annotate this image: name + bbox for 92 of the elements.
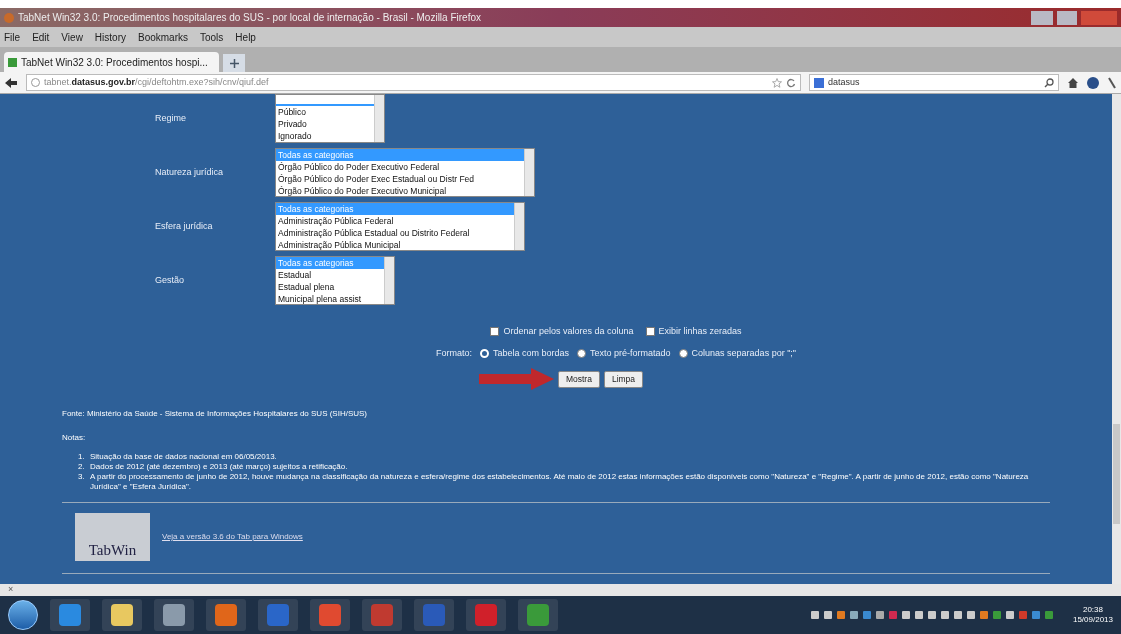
menu-item[interactable]: Bookmarks [138,29,188,45]
start-button[interactable] [8,600,38,630]
app-icon [267,604,289,626]
menu-item[interactable]: History [94,29,126,45]
note-number: 3. [78,472,86,483]
star-icon[interactable] [772,77,782,88]
window-title: TabNet Win32 3.0: Procedimentos hospitalares do SUS - por local de internação - Brasil - Mozilla Firefox [18,11,481,25]
menu-item[interactable]: View [61,29,83,45]
tabwin-link[interactable]: Veja a versão 3.6 do Tab para Windows [162,531,303,543]
app-icon [59,604,81,626]
field-label: Regime [155,111,187,125]
source-text: Fonte: Ministério da Saúde - Sistema de Informações Hospitalares do SUS (SIH/SUS) [62,408,369,420]
minimize-button[interactable] [1031,10,1053,25]
checkbox-label: Ordenar pelos valores da coluna [503,325,634,338]
list-scrollbar[interactable] [514,203,524,250]
list-option[interactable]: Estadual plena [276,281,384,293]
menu-item[interactable]: Tools [200,29,224,45]
list-option[interactable]: Estadual [276,269,384,281]
app-icon [527,604,549,626]
new-tab-button[interactable] [223,54,245,72]
tab-favicon-icon [8,57,17,67]
field-label: Gestão [155,273,186,287]
list-scrollbar[interactable] [374,95,384,142]
radio-label: Colunas separadas por ";" [691,346,797,360]
radio-label: Texto pré-formatado [590,346,671,360]
list-option[interactable]: Municipal plena assist [276,293,384,304]
list-option[interactable]: Ignorado [276,130,374,142]
search-icon[interactable] [1044,77,1054,88]
radio-button[interactable] [577,348,587,358]
checkbox[interactable] [645,327,655,337]
format-label: Formato: [435,346,472,360]
address-bar[interactable]: tabnet.datasus.gov.br/cgi/deftohtm.exe?sih/cnv/qiuf.def [26,74,801,91]
list-box[interactable]: Todas as categorias Administração Pública Federal Administração Pública Estadual ou Distrito Federal Administração Pública Municipal [275,202,525,251]
back-arrow-icon[interactable] [4,76,18,89]
scrollbar[interactable] [1112,94,1121,584]
radio-label: Tabela com bordas [493,346,570,360]
search-field[interactable]: datasus [809,74,1059,91]
app-icon [215,604,237,626]
home-icon[interactable] [1067,76,1079,89]
note-text: Dados de 2012 (até dezembro) e 2013 (até março) sujeitos a retificação. [90,462,348,472]
plus-icon [229,58,239,68]
firefox-icon [4,12,14,23]
close-findbar-button[interactable]: × [8,583,14,597]
app-icon [319,604,341,626]
app-icon [163,604,185,626]
taskbar-app-button[interactable] [206,599,246,631]
taskbar-app-button[interactable] [102,599,142,631]
list-option[interactable]: Administração Pública Federal [276,215,514,227]
list-box[interactable]: Público Privado Ignorado [275,94,385,143]
list-option[interactable]: Administração Pública Municipal [276,239,514,250]
reload-icon[interactable] [786,77,796,88]
notes-heading: Notas: [62,432,87,444]
note-number: 2. [78,462,86,472]
url-text: tabnet.datasus.gov.br/cgi/deftohtm.exe?sih/cnv/qiuf.def [44,75,269,89]
app-icon [371,604,393,626]
search-engine-icon [814,77,824,88]
clock-date: 15/09/2013 [1072,615,1113,625]
browser-tab[interactable]: TabNet Win32 3.0: Procedimentos hospi... [4,52,219,72]
app-icon [475,604,497,626]
submit-button[interactable]: Mostra [557,370,600,388]
checkbox-label: Exibir linhas zeradas [658,325,742,338]
scrollbar-thumb[interactable] [1113,424,1120,524]
taskbar-app-button[interactable] [154,599,194,631]
note-text: A partir do processamento de junho de 2012, houve mudança na classificação da natureza e esfera/regime dos estabelecimentos. Até maio de 2012 estas informações estão disponíveis como "Natureza" e "Regime". A partir de junho de 2012, estão como "Natureza Jurídica" e "Esfera Jurídica". [90,472,1030,492]
app-icon [111,604,133,626]
checkbox[interactable] [490,327,500,337]
menu-item[interactable]: Edit [32,29,50,45]
clock-time: 20:38 [1082,605,1103,615]
radio-button[interactable] [678,348,688,358]
list-option[interactable]: Órgão Público do Poder Executivo Municipal [276,185,524,196]
list-option[interactable]: Privado [276,118,374,130]
list-box[interactable]: Todas as categorias Órgão Público do Poder Executivo Federal Órgão Público do Poder Exec Estadual ou Distr Fed Órgão Público do Poder Executivo Municipal [275,148,535,197]
menu-item[interactable]: File [4,29,21,45]
list-option[interactable]: Público [276,106,374,118]
taskbar-app-button[interactable] [518,599,558,631]
list-option[interactable]: Órgão Público do Poder Exec Estadual ou Distr Fed [276,173,524,185]
list-box[interactable]: Todas as categorias Estadual Estadual plena Municipal plena assist [275,256,395,305]
note-text: Situação da base de dados nacional em 06/05/2013. [90,452,277,462]
list-scrollbar[interactable] [524,149,534,196]
field-label: Natureza jurídica [155,165,225,179]
menu-item[interactable]: Help [235,29,256,45]
list-scrollbar[interactable] [384,257,394,304]
field-label: Esfera jurídica [155,219,214,233]
taskbar-app-button[interactable] [50,599,90,631]
app-icon [423,604,445,626]
list-option[interactable]: Administração Pública Estadual ou Distrito Federal [276,227,514,239]
sync-icon[interactable] [1087,76,1099,89]
logo-text: TabWin [88,540,137,560]
maximize-button[interactable] [1057,10,1077,25]
note-number: 1. [78,452,86,462]
clear-button[interactable]: Limpa [603,370,644,388]
list-option[interactable]: Órgão Público do Poder Executivo Federal [276,161,524,173]
